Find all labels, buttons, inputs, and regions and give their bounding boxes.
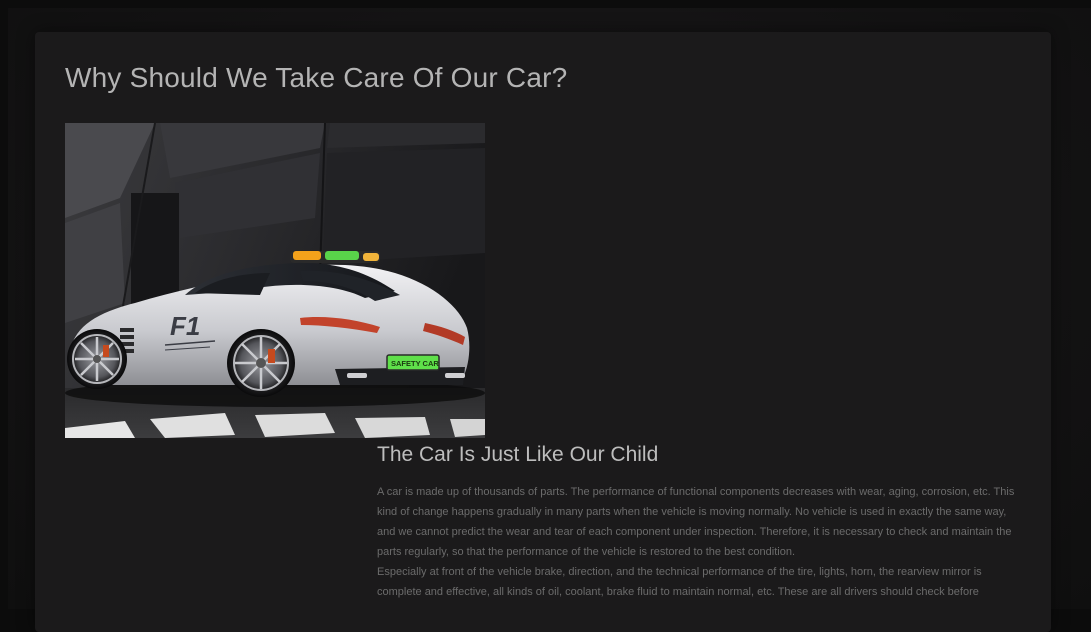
article-body: A car is made up of thousands of parts. … [377, 482, 1017, 602]
page-title: Why Should We Take Care Of Our Car? [65, 62, 568, 93]
safety-car-image: F1 SAFETY CAR [65, 123, 485, 438]
article-paragraph: Especially at front of the vehicle brake… [377, 566, 982, 598]
article-paragraph: A car is made up of thousands of parts. … [377, 486, 1015, 558]
svg-text:SAFETY CAR: SAFETY CAR [391, 359, 439, 368]
svg-text:F1: F1 [170, 311, 200, 341]
section-heading: The Car Is Just Like Our Child [377, 443, 659, 466]
